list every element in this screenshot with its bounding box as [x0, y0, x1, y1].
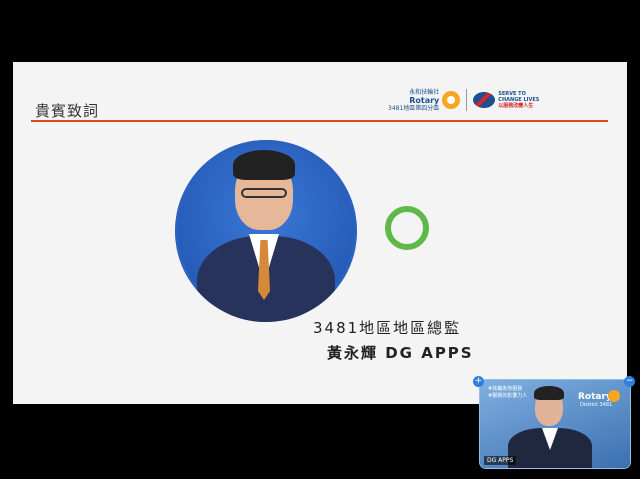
participant-name-tag: DG APPS — [484, 456, 517, 465]
video-overlay-text: #扶輪為你服務 #服務的影響力人 — [488, 386, 528, 399]
rotary-wheel-icon — [442, 91, 461, 109]
video-brand: Rotary — [578, 392, 612, 402]
green-ring-decoration — [385, 206, 429, 250]
expand-video-button[interactable]: + — [473, 376, 484, 387]
rotary-logo: 永和扶輪社 Rotary 3481地區第四分區 SERVE TO CHANGE … — [388, 86, 539, 114]
title-divider — [31, 120, 608, 122]
rotary-wheel-icon — [608, 390, 620, 402]
video-thumbnail[interactable]: #扶輪為你服務 #服務的影響力人 Rotary District 3481 DG… — [480, 380, 630, 468]
slide-title: 貴賓致詞 — [35, 102, 100, 120]
club-name: 永和扶輪社 — [409, 88, 440, 96]
globe-icon — [473, 92, 496, 108]
theme-zh: 以服務改變人生 — [498, 103, 534, 109]
speaker-name: 黃永輝 DG APPS — [327, 344, 474, 362]
theme-en: SERVE TO CHANGE LIVES — [498, 91, 540, 103]
collapse-video-button[interactable]: − — [624, 376, 635, 387]
district-label: 3481地區第四分區 — [388, 104, 440, 112]
video-brand-sub: District 3481 — [580, 402, 613, 408]
presentation-slide: 貴賓致詞 永和扶輪社 Rotary 3481地區第四分區 SERVE TO CH… — [13, 62, 627, 404]
speaker-title: 3481地區地區總監 — [313, 319, 462, 337]
speaker-portrait — [175, 140, 357, 322]
logo-divider — [466, 89, 468, 111]
rotary-brand: Rotary — [409, 95, 440, 105]
